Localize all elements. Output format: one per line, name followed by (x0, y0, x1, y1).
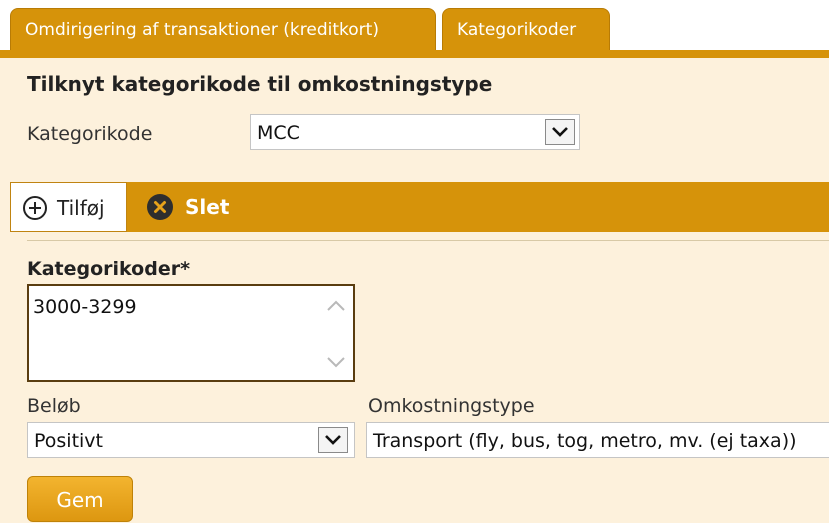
expense-type-value: Transport (fly, bus, tog, metro, mv. (ej… (373, 430, 797, 452)
kategorikode-value: MCC (257, 122, 300, 144)
add-button-label: Tilføj (57, 196, 105, 220)
expense-type-label: Omkostningstype (368, 395, 535, 417)
chevron-up-icon (327, 300, 345, 311)
kategorikode-select[interactable]: MCC (250, 114, 580, 150)
category-codes-textarea[interactable]: 3000-3299 (27, 284, 355, 382)
chevron-down-icon[interactable] (545, 119, 575, 145)
amount-select[interactable]: Positivt (27, 422, 355, 458)
amount-label: Beløb (27, 395, 81, 417)
tab-bar: Omdirigering af transaktioner (kreditkor… (0, 0, 829, 50)
category-codes-value: 3000-3299 (33, 296, 137, 318)
divider (27, 240, 829, 241)
expense-type-select[interactable]: Transport (fly, bus, tog, metro, mv. (ej… (366, 422, 829, 458)
add-button[interactable]: Tilføj (10, 182, 127, 232)
chevron-down-icon (327, 357, 345, 368)
tab-credit-card-redirect[interactable]: Omdirigering af transaktioner (kreditkor… (10, 8, 436, 50)
action-toolbar: Tilføj Slet (10, 182, 829, 232)
category-codes-label: Kategorikoder* (27, 258, 191, 280)
close-circle-icon (147, 194, 173, 220)
delete-button[interactable]: Slet (137, 182, 257, 232)
tab-underline (0, 50, 829, 58)
kategorikode-label: Kategorikode (27, 123, 153, 145)
amount-value: Positivt (34, 430, 104, 452)
textarea-scrollbar[interactable] (323, 292, 349, 376)
delete-button-label: Slet (185, 195, 230, 219)
tab-category-codes[interactable]: Kategorikoder (442, 8, 610, 50)
save-button[interactable]: Gem (27, 476, 133, 522)
plus-circle-icon (23, 196, 47, 220)
section-title: Tilknyt kategorikode til omkostningstype (27, 72, 493, 96)
chevron-down-icon[interactable] (318, 427, 348, 453)
